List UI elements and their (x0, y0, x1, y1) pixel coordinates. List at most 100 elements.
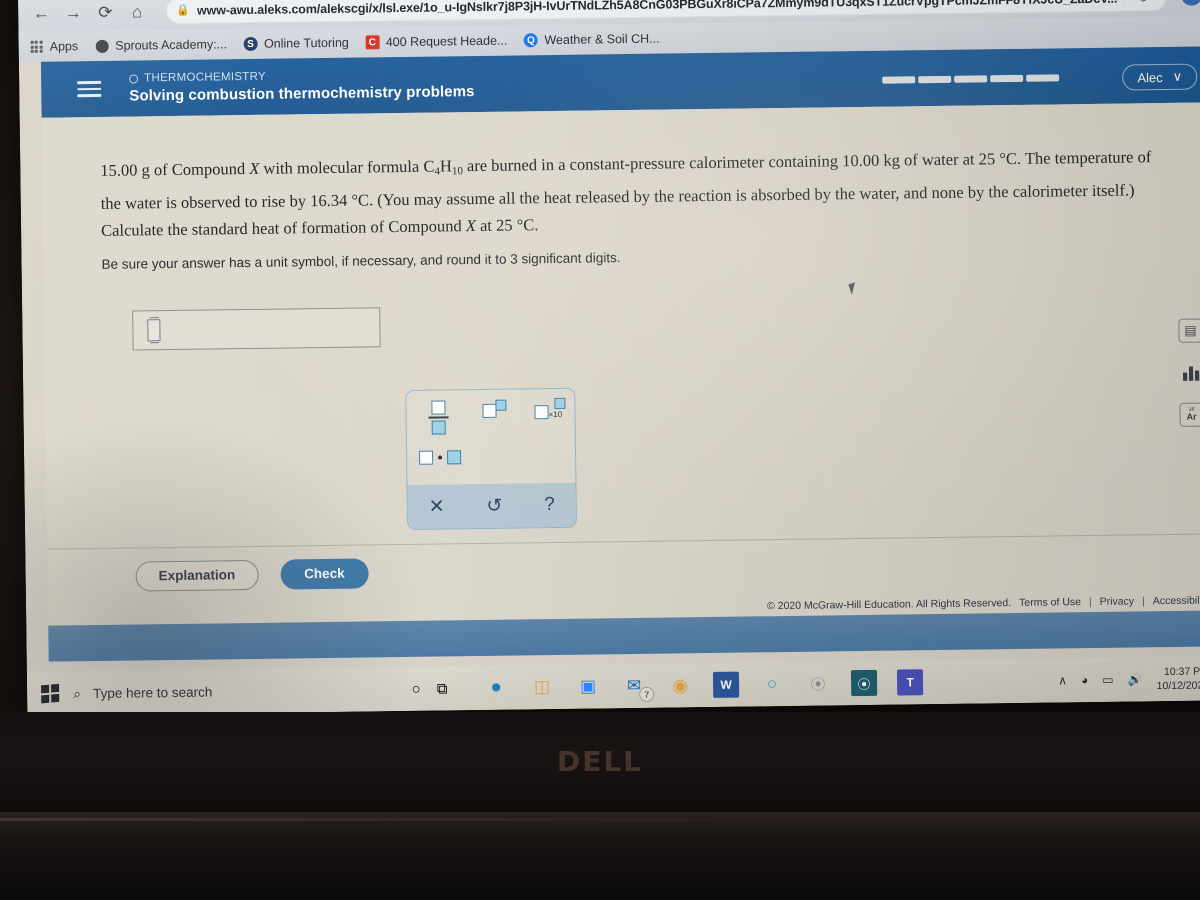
forward-icon[interactable]: → (58, 0, 88, 26)
teams-icon[interactable]: T (896, 669, 924, 696)
file-explorer-icon[interactable]: ◫ (529, 674, 555, 700)
task-view-icon[interactable]: ⧉ (429, 675, 455, 701)
mantissa-box (534, 405, 549, 420)
text-at: at (475, 215, 497, 236)
header-titles: THERMOCHEMISTRY Solving combustion therm… (129, 68, 475, 105)
initial-temp: 25 (978, 149, 996, 169)
privacy-link[interactable]: Privacy (1100, 595, 1135, 607)
mail-badge-count: 7 (639, 686, 655, 702)
chevron-down-icon: ∨ (1172, 68, 1183, 84)
delta-temp: 16.34 (310, 190, 348, 211)
formula-h: H (439, 156, 452, 176)
back-icon[interactable]: ← (26, 0, 56, 27)
text-burned: are burned in a constant-pressure calori… (462, 151, 843, 176)
chrome-icon[interactable]: ◉ (667, 672, 693, 698)
progress-segment (1026, 74, 1060, 82)
skype-icon[interactable]: ○ (759, 671, 785, 697)
data-chart-tool-icon[interactable] (1179, 361, 1200, 385)
text-of-compound: of Compound (153, 158, 250, 180)
left-operand-box (419, 450, 434, 465)
help-icon[interactable]: ? (544, 494, 555, 516)
text-of-water-at: of water at (899, 149, 979, 170)
periodic-table-tool-icon[interactable]: 18 Ar (1179, 402, 1200, 427)
temp-unit: °C (516, 215, 535, 235)
temp-unit: °C (351, 190, 370, 210)
check-button[interactable]: Check (279, 557, 369, 590)
battery-icon[interactable]: ▭ (1102, 673, 1114, 687)
tool-palette: ▤ 18 Ar (1178, 318, 1200, 427)
multiplication-button[interactable] (419, 450, 462, 465)
text-period: . (534, 215, 539, 235)
topic-row: THERMOCHEMISTRY (129, 68, 474, 85)
profile-avatar[interactable]: a (1180, 0, 1200, 6)
right-operand-box (447, 450, 462, 465)
bookmark-online-tutoring[interactable]: S Online Tutoring (243, 35, 349, 52)
menu-hamburger-icon[interactable] (77, 81, 102, 97)
answer-instruction: Be sure your answer has a unit symbol, i… (101, 250, 621, 272)
footer-separator: | (1088, 595, 1092, 609)
clock-date: 10/12/2020 (1156, 679, 1200, 693)
toolbar-right-icons: ☆ ⬡ ✱ a (1114, 0, 1200, 7)
temp-unit: °C (999, 148, 1018, 169)
laptop-deck (0, 812, 1200, 900)
compound-symbol: X (249, 158, 260, 178)
numerator-box (431, 400, 446, 415)
formula-c: C (423, 156, 435, 176)
laptop-photo: ← → ⟳ ⌂ 🔒 www-awu.aleks.com/alekscgi/x/l… (0, 0, 1200, 900)
footer-separator: | (1142, 595, 1145, 608)
accessibility-link[interactable]: Accessibility (1153, 594, 1200, 607)
bookmark-weather-soil[interactable]: Q Weather & Soil CH... (523, 31, 660, 48)
times-ten-exponent-button[interactable]: ×10 (534, 397, 573, 420)
zoom-icon[interactable]: ▣ (575, 673, 601, 699)
bookmark-apps[interactable]: Apps (29, 39, 79, 55)
bookmark-label: 400 Request Heade... (385, 33, 508, 50)
windows-logo-icon (41, 683, 60, 704)
mass-unit: g (141, 160, 150, 180)
times-ten-label: ×10 (548, 409, 563, 420)
explanation-button[interactable]: Explanation (135, 559, 259, 592)
undo-icon[interactable]: ↺ (486, 494, 502, 517)
word-icon[interactable]: W (712, 671, 740, 698)
cortana-icon[interactable]: ○ (403, 676, 429, 702)
progress-segment (918, 75, 952, 84)
superscript-button[interactable] (482, 399, 507, 423)
windows-taskbar: ⌕ Type here to search ○ ⧉ ● ◫ ▣ ✉ 7 ◉ W … (26, 656, 1200, 716)
progress-bar (882, 74, 1060, 84)
aleks-page: THERMOCHEMISTRY Solving combustion therm… (40, 46, 1200, 662)
fraction-button[interactable] (428, 400, 449, 435)
user-menu-button[interactable]: Alec ∨ (1122, 63, 1198, 91)
copyright-text: © 2020 McGraw-Hill Education. All Rights… (766, 597, 1012, 613)
user-name: Alec (1137, 69, 1163, 85)
search-placeholder: Type here to search (92, 684, 213, 701)
bookmark-label: Online Tutoring (263, 35, 349, 51)
bookmark-400-request-header[interactable]: C 400 Request Heade... (365, 33, 508, 50)
bookmark-label: Apps (49, 39, 79, 54)
sprouts-icon (94, 38, 109, 53)
reload-icon[interactable]: ⟳ (90, 0, 120, 26)
browser-nav-buttons: ← → ⟳ ⌂ (26, 0, 152, 27)
taskbar-search[interactable]: ⌕ Type here to search (73, 681, 403, 702)
bookmark-star-icon[interactable]: ☆ (1114, 0, 1127, 5)
topic-label: THERMOCHEMISTRY (144, 70, 267, 85)
problem-content: 15.00 g of Compound X with molecular for… (41, 102, 1200, 605)
edge-icon[interactable]: ● (483, 675, 509, 701)
mail-icon[interactable]: ✉ 7 (621, 673, 655, 702)
start-button[interactable] (27, 683, 73, 704)
home-icon[interactable]: ⌂ (122, 0, 152, 26)
bookmark-sprouts-academy[interactable]: Sprouts Academy:... (94, 37, 227, 54)
problem-statement: 15.00 g of Compound X with molecular for… (100, 143, 1161, 244)
puzzle-extension-icon[interactable]: ✱ (1159, 0, 1171, 4)
clear-icon[interactable]: ✕ (429, 495, 445, 518)
answer-input[interactable] (132, 307, 381, 351)
shield-extension-icon[interactable]: ⬡ (1137, 0, 1149, 4)
laptop-screen: ← → ⟳ ⌂ 🔒 www-awu.aleks.com/alekscgi/x/l… (18, 0, 1200, 716)
terms-of-use-link[interactable]: Terms of Use (1019, 596, 1081, 609)
wifi-icon[interactable]: ◕ (1081, 673, 1088, 687)
app-light-icon[interactable]: ⦿ (805, 670, 831, 696)
volume-icon[interactable]: 🔊 (1127, 672, 1142, 686)
clock[interactable]: 10:37 PM 10/12/2020 (1156, 664, 1200, 693)
multiply-dot-icon (438, 455, 443, 460)
app-dark-icon[interactable]: ⦿ (850, 669, 878, 697)
tray-expand-icon[interactable]: ∧ (1058, 673, 1067, 687)
calculator-tool-icon[interactable]: ▤ (1178, 318, 1200, 343)
